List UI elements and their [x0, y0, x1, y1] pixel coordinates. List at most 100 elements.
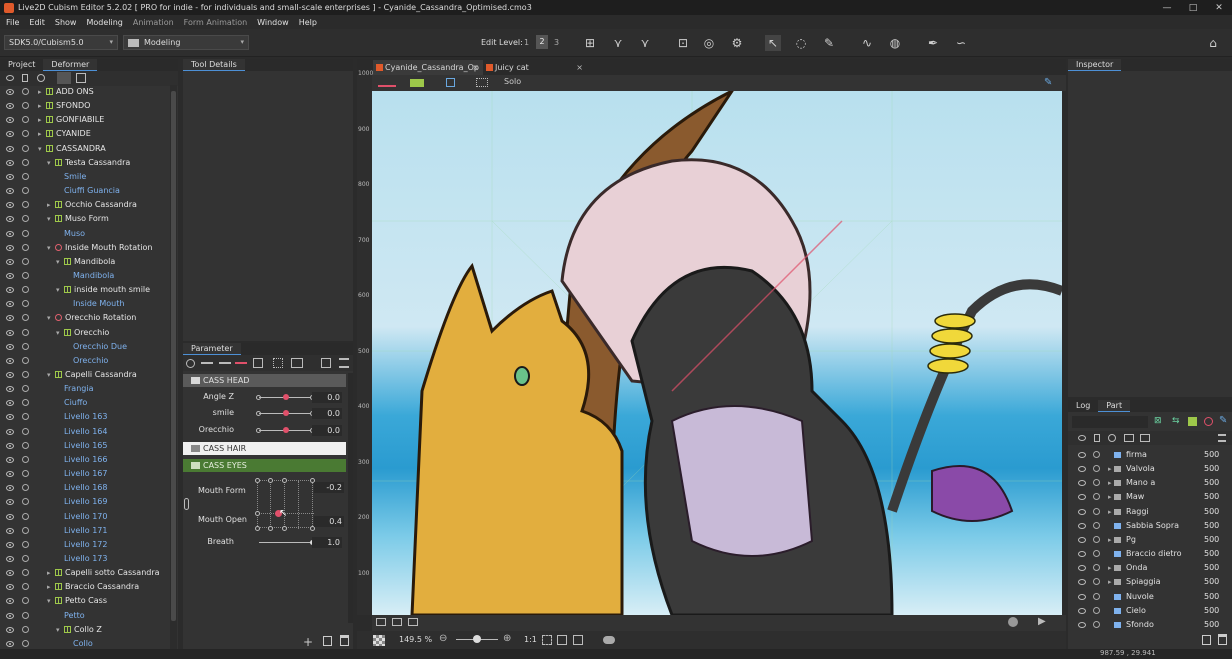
chevron-down-icon[interactable]: ▾	[47, 311, 53, 325]
visibility-ring-icon[interactable]	[22, 441, 29, 449]
visibility-ring-icon[interactable]	[22, 342, 29, 350]
chevron-right-icon[interactable]: ▸	[47, 580, 53, 594]
param-value[interactable]: -0.2	[314, 482, 344, 493]
chevron-right-icon[interactable]: ▸	[1108, 505, 1112, 519]
add-parameter-icon[interactable]: +	[303, 635, 313, 649]
tab-deformer[interactable]: Deformer	[43, 59, 98, 71]
visibility-ring-icon[interactable]	[1093, 564, 1100, 572]
tree-item[interactable]: ▸ Braccio Cassandra	[0, 580, 170, 594]
deformer-toggle-icon[interactable]	[378, 79, 396, 87]
zoom-value[interactable]: 149.5 %	[399, 635, 432, 644]
chevron-right-icon[interactable]: ▸	[47, 566, 53, 580]
menu-modeling[interactable]: Modeling	[86, 18, 122, 27]
tree-item[interactable]: ▸ CYANIDE	[0, 127, 170, 141]
eye-icon[interactable]	[6, 343, 14, 350]
chevron-down-icon[interactable]: ▾	[38, 142, 44, 156]
tree-item[interactable]: Livello 171	[0, 524, 170, 538]
tree-item[interactable]: Muso	[0, 227, 170, 241]
visibility-ring-icon[interactable]	[22, 569, 29, 577]
keyform-point[interactable]	[255, 526, 260, 531]
part-row[interactable]: ▸ Pg 500	[1068, 533, 1232, 547]
param-track[interactable]	[259, 542, 313, 543]
param-smile[interactable]: smile 0.0	[183, 408, 346, 421]
tree-item[interactable]: Livello 173	[0, 552, 170, 566]
fit-screen-icon[interactable]	[542, 635, 552, 645]
eye-icon[interactable]	[1078, 593, 1086, 600]
eye-icon[interactable]	[6, 626, 14, 633]
part-draw-order[interactable]: 500	[1204, 476, 1219, 490]
visibility-ring-icon[interactable]	[22, 257, 29, 265]
visibility-ring-icon[interactable]	[1093, 521, 1100, 529]
tree-item[interactable]: ▾ CASSANDRA	[0, 142, 170, 156]
part-row[interactable]: Sfondo 500	[1068, 618, 1232, 632]
param-value[interactable]: 1.0	[312, 537, 342, 548]
visibility-ring-icon[interactable]	[1093, 620, 1100, 628]
param-knob[interactable]	[283, 410, 289, 416]
fit-icon[interactable]	[446, 78, 455, 87]
menu-help[interactable]: Help	[299, 18, 317, 27]
tree-item[interactable]: Orecchio Due	[0, 340, 170, 354]
tree-item[interactable]: ▾ Muso Form	[0, 212, 170, 226]
tree-item[interactable]: ▾ Capelli Cassandra	[0, 368, 170, 382]
minimize-button[interactable]: —	[1154, 0, 1180, 15]
trash-icon[interactable]	[340, 635, 349, 646]
capture-icon[interactable]	[392, 618, 402, 626]
chevron-right-icon[interactable]: ▸	[1108, 561, 1112, 575]
part-row[interactable]: Cielo 500	[1068, 604, 1232, 618]
part-row[interactable]: ▸ Maw 500	[1068, 490, 1232, 504]
display-toggle-icon[interactable]	[37, 74, 45, 82]
eye-icon[interactable]	[6, 456, 14, 463]
pin-icon[interactable]: ✎	[1219, 415, 1227, 426]
visibility-ring-icon[interactable]	[22, 172, 29, 180]
param-angle-z[interactable]: Angle Z 0.0	[183, 392, 346, 405]
grid-icon[interactable]: ⊡	[675, 35, 691, 51]
tree-item[interactable]: ▸ GONFIABILE	[0, 113, 170, 127]
close-button[interactable]: ✕	[1206, 0, 1232, 15]
keyform-point[interactable]	[268, 526, 273, 531]
tree-item[interactable]: Livello 169	[0, 495, 170, 509]
edit-level-2[interactable]: 2	[536, 35, 548, 49]
chevron-down-icon[interactable]: ▾	[47, 212, 53, 226]
edit-level-3[interactable]: 3	[554, 38, 559, 47]
scrollbar-thumb[interactable]	[171, 91, 176, 621]
keyform-icon[interactable]	[235, 362, 247, 364]
tab-project[interactable]: Project	[0, 59, 43, 71]
eye-icon[interactable]	[6, 485, 14, 492]
part-draw-order[interactable]: 500	[1204, 604, 1219, 618]
part-draw-order[interactable]: 500	[1204, 561, 1219, 575]
tab-parameter[interactable]: Parameter	[183, 343, 241, 355]
visibility-ring-icon[interactable]	[22, 229, 29, 237]
eye-icon[interactable]	[6, 173, 14, 180]
lasso-icon[interactable]: ◌	[793, 35, 809, 51]
eye-icon[interactable]	[1078, 565, 1086, 572]
filter-icon[interactable]	[186, 359, 195, 368]
tree-item[interactable]: ▾ Collo Z	[0, 623, 170, 637]
eye-icon[interactable]	[6, 527, 14, 534]
eye-icon[interactable]	[6, 471, 14, 478]
keyform-point[interactable]	[255, 511, 260, 516]
visibility-ring-icon[interactable]	[22, 455, 29, 463]
eye-icon[interactable]	[6, 400, 14, 407]
eye-icon[interactable]	[6, 386, 14, 393]
tab-part[interactable]: Part	[1098, 400, 1131, 412]
canvas-artwork[interactable]	[372, 91, 1062, 615]
pin-icon[interactable]: ✎	[1044, 77, 1052, 88]
part-draw-order[interactable]: 500	[1204, 533, 1219, 547]
arrow-select-icon[interactable]: ↖	[765, 35, 781, 51]
part-row[interactable]: ▸ Raggi 500	[1068, 505, 1232, 519]
visibility-ring-icon[interactable]	[22, 512, 29, 520]
eye-icon[interactable]	[1078, 480, 1086, 487]
keyform-point[interactable]	[282, 478, 287, 483]
eye-icon[interactable]	[6, 442, 14, 449]
chevron-right-icon[interactable]: ▸	[38, 85, 44, 99]
warp-icon[interactable]: ◍	[887, 35, 903, 51]
connect-icon[interactable]: ∽	[953, 35, 969, 51]
sort-icon[interactable]	[1124, 434, 1134, 442]
tab-juicy-cat[interactable]: Juicy cat ×	[483, 60, 587, 75]
chevron-down-icon[interactable]: ▾	[56, 623, 62, 637]
eye-icon[interactable]	[6, 570, 14, 577]
auto-generate-icon[interactable]: ⋎	[637, 35, 653, 51]
tree-item[interactable]: Livello 164	[0, 425, 170, 439]
grid-toggle-icon[interactable]	[476, 78, 488, 87]
visibility-ring-icon[interactable]	[1093, 493, 1100, 501]
